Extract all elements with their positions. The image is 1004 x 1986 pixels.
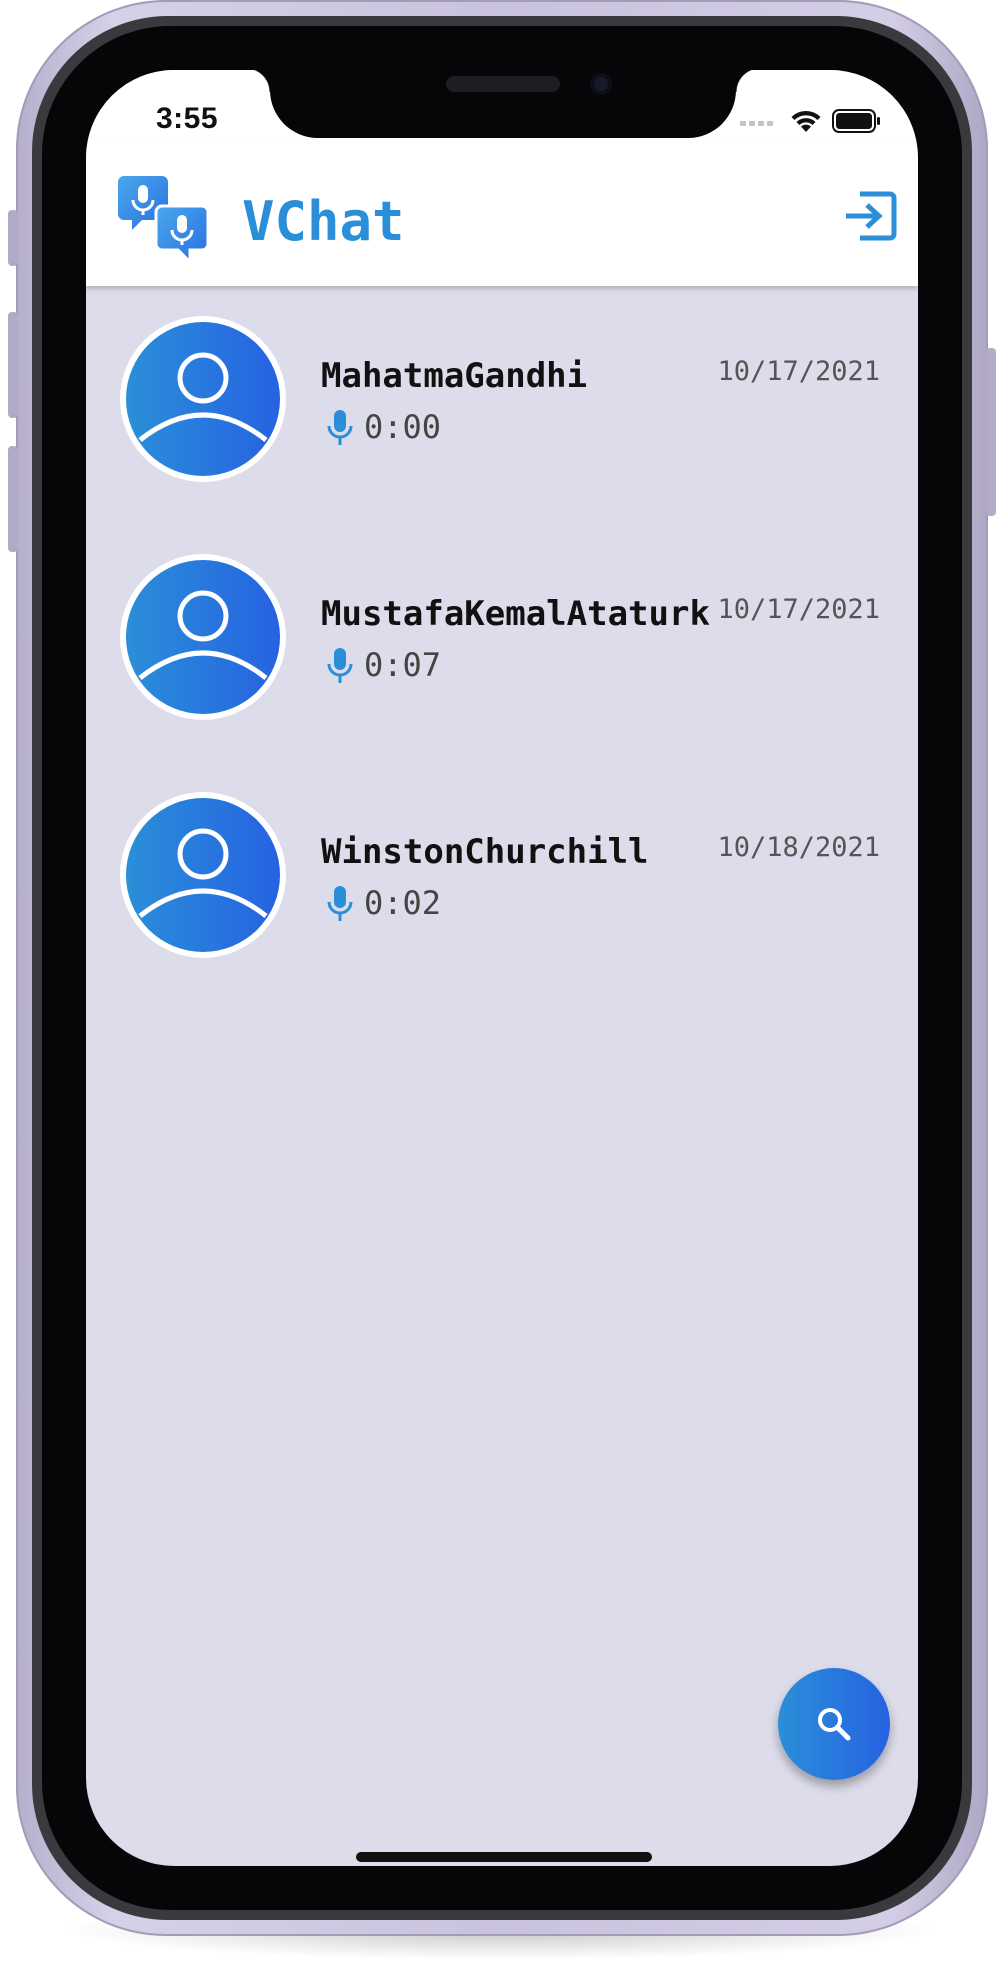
mic-icon <box>327 648 353 683</box>
contact-name: MahatmaGandhi <box>321 356 588 396</box>
avatar-person-icon <box>126 322 280 476</box>
search-icon <box>818 1708 851 1741</box>
chat-mic-logo-icon <box>118 176 210 266</box>
voice-duration: 0:02 <box>326 884 441 922</box>
avatar <box>120 316 286 482</box>
contact-name: MustafaKemalAtaturk <box>321 594 710 634</box>
app-title: VChat <box>242 190 405 253</box>
message-date: 10/18/2021 <box>717 832 880 863</box>
avatar-person-icon <box>126 798 280 952</box>
status-bar: 3:55 <box>86 70 918 140</box>
mute-switch <box>8 210 18 266</box>
conversation-item[interactable]: MustafaKemalAtaturk 10/17/2021 0:07 <box>86 526 918 766</box>
duration-text: 0:07 <box>364 646 442 684</box>
notch <box>246 70 760 138</box>
home-indicator[interactable] <box>356 1852 652 1862</box>
phone-screen: 3:55 VChat MahatmaGandhi 10/17/2021 0:00… <box>86 70 918 1866</box>
logout-icon[interactable] <box>842 188 898 244</box>
contact-name: WinstonChurchill <box>321 832 649 872</box>
wifi-icon <box>791 110 821 132</box>
avatar <box>120 792 286 958</box>
mic-icon <box>327 886 353 921</box>
battery-icon <box>832 109 880 133</box>
voice-duration: 0:00 <box>326 408 441 446</box>
conversation-item[interactable]: MahatmaGandhi 10/17/2021 0:00 <box>86 286 918 526</box>
front-camera <box>590 73 612 95</box>
power-button <box>986 348 996 516</box>
duration-text: 0:00 <box>364 408 442 446</box>
volume-up-button <box>8 312 18 418</box>
duration-text: 0:02 <box>364 884 442 922</box>
earpiece-speaker <box>446 76 560 92</box>
signal-icon <box>740 121 773 126</box>
search-fab-button[interactable] <box>778 1668 890 1780</box>
voice-duration: 0:07 <box>326 646 441 684</box>
conversation-list: MahatmaGandhi 10/17/2021 0:00 MustafaKem… <box>86 286 918 1006</box>
avatar-person-icon <box>126 560 280 714</box>
avatar <box>120 554 286 720</box>
conversation-item[interactable]: WinstonChurchill 10/18/2021 0:02 <box>86 766 918 1006</box>
message-date: 10/17/2021 <box>717 356 880 387</box>
volume-down-button <box>8 446 18 552</box>
message-date: 10/17/2021 <box>717 594 880 625</box>
app-bar: VChat <box>86 140 918 286</box>
status-icons <box>740 108 882 134</box>
status-time: 3:55 <box>156 102 219 135</box>
mic-icon <box>327 410 353 445</box>
